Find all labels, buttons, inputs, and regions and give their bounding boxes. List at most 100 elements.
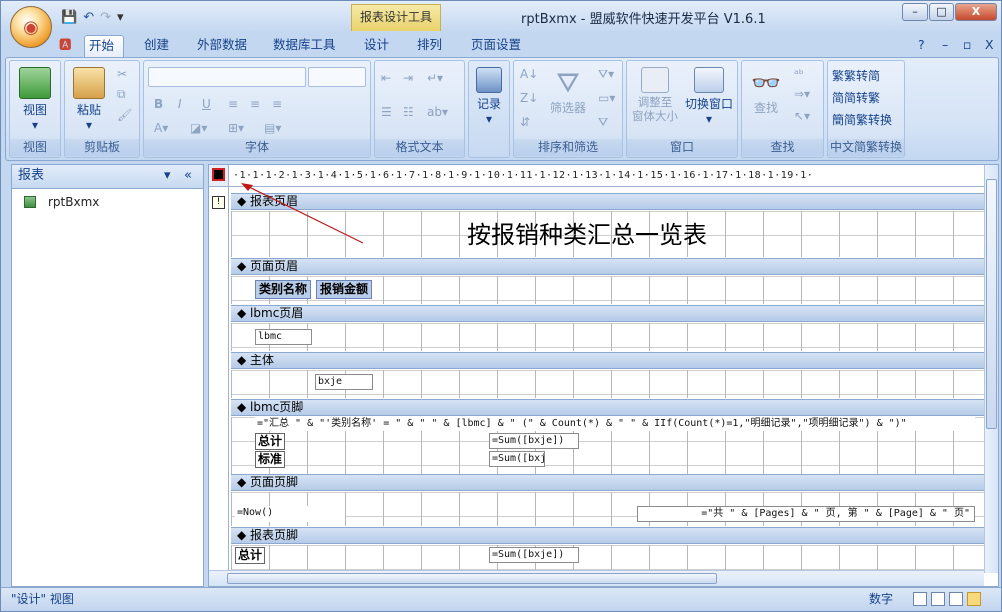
select-icon[interactable]: ↖▾ <box>794 109 810 123</box>
underline-button[interactable]: U <box>202 97 211 111</box>
band-group-header[interactable]: ◆ lbmc页眉 <box>231 305 984 322</box>
decrease-indent-icon[interactable]: ⇤ <box>381 71 391 85</box>
band-report-header[interactable]: ◆ 报表页眉 <box>231 193 984 210</box>
field-now[interactable]: =Now() <box>235 506 345 522</box>
nav-header[interactable]: 报表 ▾ « <box>12 165 203 189</box>
align-right-icon[interactable]: ≡ <box>272 97 282 111</box>
numbering-icon[interactable]: ☷ <box>403 105 414 119</box>
copy-icon[interactable]: ⧉ <box>117 87 126 102</box>
label-standard[interactable]: 标准 <box>255 451 286 468</box>
label-total[interactable]: 总计 <box>255 433 286 450</box>
report-title[interactable]: 按报销种类汇总一览表 <box>467 215 707 250</box>
cut-icon[interactable]: ✂ <box>117 67 127 81</box>
traditional-to-simplified-button[interactable]: 繁繁转简 <box>832 67 880 84</box>
tab-database-tools[interactable]: 数据库工具 <box>269 35 340 57</box>
tab-home[interactable]: 开始 <box>84 35 124 57</box>
horizontal-scrollbar[interactable] <box>209 570 984 586</box>
tab-page-setup[interactable]: 页面设置 <box>467 35 525 57</box>
field-lbmc[interactable]: lbmc <box>255 329 312 345</box>
area-page-footer[interactable]: =Now() ="共 " & [Pages] & " 页, 第 " & [Pag… <box>231 492 984 526</box>
nav-item-report[interactable]: rptBxmx <box>24 195 99 209</box>
sort-descending-icon[interactable]: Z↓ <box>520 91 538 105</box>
redo-icon[interactable]: ↷ <box>100 10 111 25</box>
label-amount[interactable]: 报销金额 <box>316 280 373 299</box>
alternate-fill-icon[interactable]: ▤▾ <box>264 121 281 135</box>
font-color-icon[interactable]: A▾ <box>154 121 168 135</box>
mdi-restore[interactable]: ▫ <box>959 35 975 57</box>
area-detail[interactable]: bxje <box>231 370 984 398</box>
label-total-2[interactable]: 总计 <box>235 547 266 564</box>
gridlines-icon[interactable]: ⊞▾ <box>228 121 244 135</box>
warning-icon[interactable]: ! <box>212 196 225 209</box>
field-bxje[interactable]: bxje <box>315 374 373 390</box>
area-page-header[interactable]: 类别名称 报销金额 <box>231 276 984 304</box>
goto-icon[interactable]: ⇒▾ <box>794 87 810 101</box>
office-button[interactable]: ◉ <box>10 6 52 48</box>
bold-button[interactable]: B <box>154 97 163 111</box>
band-group-footer[interactable]: ◆ lbmc页脚 <box>231 399 984 416</box>
field-sum-bxje-2[interactable]: =Sum([bxj <box>489 451 545 467</box>
italic-button[interactable]: I <box>178 97 182 111</box>
field-page-number[interactable]: ="共 " & [Pages] & " 页, 第 " & [Page] & " … <box>637 506 975 522</box>
mdi-close[interactable]: X <box>981 35 998 57</box>
band-detail[interactable]: ◆ 主体 <box>231 352 984 369</box>
paste-button[interactable]: 粘贴 ▾ <box>71 67 107 132</box>
rtl-icon[interactable]: ↵▾ <box>427 71 443 85</box>
report-selector[interactable] <box>209 165 229 187</box>
tab-create[interactable]: 创建 <box>140 35 173 57</box>
mdi-minimize[interactable]: – <box>938 35 952 57</box>
field-summary-expression[interactable]: ="汇总 " & "'类别名称' = " & " " & [lbmc] & " … <box>255 417 975 431</box>
simplified-to-traditional-button[interactable]: 简简转繁 <box>832 89 880 106</box>
maximize-button[interactable]: □ <box>929 3 954 21</box>
area-report-header[interactable]: 按报销种类汇总一览表 <box>231 211 984 257</box>
collapse-icon[interactable]: « <box>184 165 192 187</box>
vertical-scrollbar[interactable] <box>984 165 998 573</box>
fill-color-icon[interactable]: ◪▾ <box>190 121 207 135</box>
align-left-icon[interactable]: ≡ <box>228 97 238 111</box>
filter-button[interactable]: ⛛ 筛选器 <box>546 67 590 116</box>
tab-arrange[interactable]: 排列 <box>413 35 446 57</box>
font-size-combo[interactable] <box>308 67 366 87</box>
area-group-header[interactable]: lbmc <box>231 323 984 351</box>
advanced-icon[interactable]: ▭▾ <box>598 91 615 105</box>
qat-customize[interactable]: ▾ <box>117 10 124 25</box>
fit-window-button[interactable]: 调整至 窗体大小 <box>629 67 681 123</box>
band-page-header[interactable]: ◆ 页面页眉 <box>231 258 984 275</box>
area-group-footer[interactable]: ="汇总 " & "'类别名称' = " & " " & [lbmc] & " … <box>231 417 984 474</box>
increase-indent-icon[interactable]: ⇥ <box>403 71 413 85</box>
scroll-thumb[interactable] <box>227 573 717 584</box>
switch-window-button[interactable]: 切换窗口 ▾ <box>683 67 735 126</box>
toggle-filter-icon[interactable]: ⛛ <box>598 115 608 130</box>
label-category-name[interactable]: 类别名称 <box>255 280 312 299</box>
chevron-down-icon[interactable]: ▾ <box>164 165 171 187</box>
close-button[interactable]: X <box>955 3 997 21</box>
scroll-thumb[interactable] <box>986 179 997 429</box>
conversion-button[interactable]: 簡简繁转换 <box>832 111 892 128</box>
save-icon[interactable]: 💾 <box>61 10 77 25</box>
area-report-footer[interactable]: 总计 =Sum([bxje]) <box>231 545 984 570</box>
band-page-footer[interactable]: ◆ 页面页脚 <box>231 474 984 491</box>
undo-icon[interactable]: ↶ <box>83 10 94 25</box>
layout-view-icon[interactable] <box>949 592 963 606</box>
view-button[interactable]: 视图 ▾ <box>16 67 54 132</box>
design-view-icon[interactable] <box>967 592 981 606</box>
tab-design[interactable]: 设计 <box>360 35 393 57</box>
records-button[interactable]: 记录 ▾ <box>472 67 506 126</box>
align-center-icon[interactable]: ≡ <box>250 97 260 111</box>
bullets-icon[interactable]: ☰ <box>381 105 392 119</box>
field-sum-bxje[interactable]: =Sum([bxje]) <box>489 433 579 449</box>
field-sum-bxje-3[interactable]: =Sum([bxje]) <box>489 547 579 563</box>
clear-sort-icon[interactable]: ⇵ <box>520 115 530 129</box>
highlight-icon[interactable]: ab▾ <box>427 105 448 119</box>
format-painter-icon[interactable]: 🖌 <box>117 108 132 122</box>
tab-external-data[interactable]: 外部数据 <box>193 35 251 57</box>
font-name-combo[interactable] <box>148 67 306 87</box>
band-report-footer[interactable]: ◆ 报表页脚 <box>231 527 984 544</box>
help-icon[interactable]: ? <box>914 35 929 57</box>
find-button[interactable]: 👓 查找 <box>748 67 784 116</box>
replace-icon[interactable]: ᵃᵇ <box>794 67 804 81</box>
sort-ascending-icon[interactable]: A↓ <box>520 67 538 81</box>
report-view-icon[interactable] <box>913 592 927 606</box>
selection-icon[interactable]: ⛛▾ <box>598 67 614 82</box>
minimize-button[interactable]: – <box>902 3 928 21</box>
